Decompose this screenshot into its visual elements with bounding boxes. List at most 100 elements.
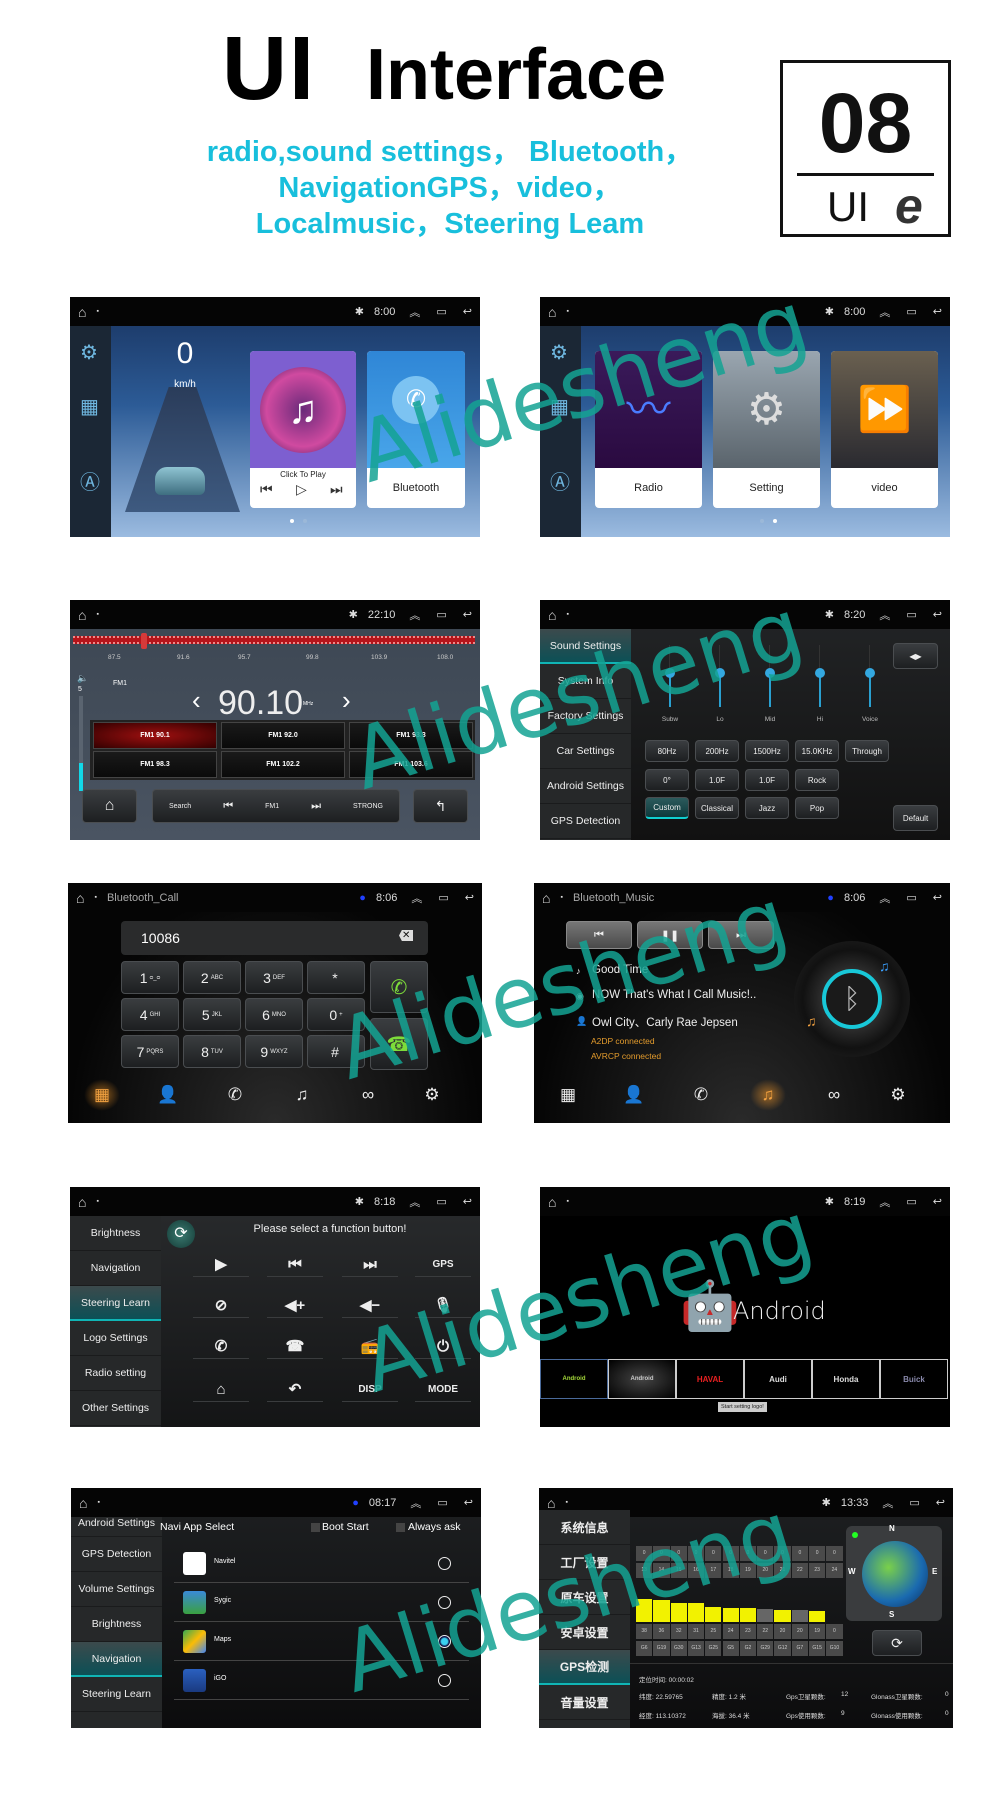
sidebar-item[interactable]: Logo Settings [70, 1321, 161, 1356]
sound-option-button[interactable]: Pop [795, 797, 839, 819]
eq-slider-knob[interactable] [665, 668, 675, 678]
page-indicator-dot[interactable] [290, 519, 294, 523]
home-icon[interactable]: ⌂ [548, 304, 556, 320]
sidebar-item[interactable]: Factory Settings [540, 699, 631, 734]
sound-option-button[interactable]: 1500Hz [745, 740, 789, 762]
home-icon[interactable]: ⌂ [542, 890, 550, 906]
search-button[interactable]: Search [169, 803, 191, 810]
recent-apps-icon[interactable]: ▭ [437, 1496, 447, 1509]
expand-icon[interactable]: ︽ [409, 1194, 420, 1210]
sidebar-item[interactable]: System Info [540, 664, 631, 699]
back-function-button[interactable]: ↶ [267, 1378, 323, 1402]
previous-station-icon[interactable]: ⏮ [223, 800, 233, 813]
navi-app-row[interactable]: Navitel [174, 1544, 469, 1583]
recent-apps-icon[interactable]: ▭ [438, 891, 448, 904]
app-card-video[interactable]: ⏩ video [831, 351, 938, 508]
hangup-button[interactable]: ☎ [370, 1018, 428, 1070]
sidebar-item[interactable]: 系统信息 [539, 1510, 630, 1545]
recent-apps-icon[interactable]: ▭ [436, 1195, 446, 1208]
call-log-icon[interactable]: ✆ [217, 1079, 253, 1111]
eq-slider-knob[interactable] [815, 668, 825, 678]
boot-start-checkbox[interactable] [311, 1523, 320, 1532]
expand-icon[interactable]: ︽ [410, 1495, 421, 1511]
contacts-icon[interactable]: 👤 [616, 1079, 652, 1111]
power-function-button[interactable]: ⏻ [415, 1335, 471, 1359]
apps-icon[interactable]: ▦ [80, 394, 99, 419]
seek-down-button[interactable]: ‹ [192, 685, 201, 716]
page-indicator-dot[interactable] [773, 519, 777, 523]
mode-function-button[interactable]: MODE [415, 1378, 471, 1402]
frequency-marker[interactable] [141, 633, 147, 649]
sidebar-item[interactable]: GPS检测 [539, 1650, 630, 1685]
speaker-balance-button[interactable]: ◀▶ [893, 643, 938, 669]
hangup-function-button[interactable]: ☎ [267, 1335, 323, 1359]
logo-option[interactable]: Android [608, 1359, 676, 1399]
sidebar-item[interactable]: Navigation [70, 1251, 161, 1286]
back-icon[interactable]: ↩ [933, 891, 942, 904]
app-radio[interactable] [438, 1596, 451, 1609]
home-function-button[interactable]: ⌂ [193, 1378, 249, 1402]
mute-function-button[interactable]: ⊘ [193, 1294, 249, 1318]
expand-icon[interactable]: ︽ [409, 607, 420, 623]
app-radio[interactable] [438, 1635, 451, 1648]
home-icon[interactable]: ⌂ [547, 1495, 555, 1511]
keypad-key[interactable]: 7 PQRS [121, 1035, 179, 1068]
home-icon[interactable]: ⌂ [78, 1194, 86, 1210]
back-icon[interactable]: ↩ [463, 305, 472, 318]
music-icon[interactable]: ♫ [750, 1079, 786, 1111]
back-icon[interactable]: ↩ [933, 305, 942, 318]
link-icon[interactable]: ∞ [350, 1079, 386, 1111]
recent-apps-icon[interactable]: ▭ [436, 305, 446, 318]
home-button[interactable]: ⌂ [82, 789, 137, 823]
home-icon[interactable]: ⌂ [79, 1495, 87, 1511]
frequency-scale[interactable] [73, 636, 475, 644]
sound-option-button[interactable]: Jazz [745, 797, 789, 819]
default-button[interactable]: Default [893, 805, 938, 831]
keypad-key[interactable]: 6 MNO [245, 998, 303, 1031]
sound-option-button[interactable]: Through [845, 740, 889, 762]
logo-option[interactable]: Honda [812, 1359, 880, 1399]
back-icon[interactable]: ↩ [464, 1496, 473, 1509]
back-button[interactable]: ↰ [413, 789, 468, 823]
logo-option[interactable]: Android [540, 1359, 608, 1399]
keypad-key[interactable]: # [307, 1035, 365, 1068]
keypad-key[interactable]: 1 ᴑ_ᴑ [121, 961, 179, 994]
navi-app-row[interactable]: Maps [174, 1622, 469, 1661]
sidebar-item[interactable]: GPS Detection [540, 804, 631, 839]
refresh-button[interactable]: ⟳ [872, 1630, 922, 1656]
call-log-icon[interactable]: ✆ [683, 1079, 719, 1111]
volume-bar[interactable] [79, 696, 83, 791]
keypad-key[interactable]: 2 ABC [183, 961, 241, 994]
sidebar-item[interactable]: Radio setting [70, 1356, 161, 1391]
home-icon[interactable]: ⌂ [76, 890, 84, 906]
sidebar-item[interactable]: 安卓设置 [539, 1615, 630, 1650]
sidebar-item[interactable]: Brightness [70, 1216, 161, 1251]
expand-icon[interactable]: ︽ [879, 607, 890, 623]
keypad-key[interactable]: 0 + [307, 998, 365, 1031]
previous-track-button[interactable]: ⏮ [566, 921, 632, 949]
dialpad-icon[interactable]: ▦ [84, 1079, 120, 1111]
recent-apps-icon[interactable]: ▭ [906, 1195, 916, 1208]
keypad-key[interactable]: 9 WXYZ [245, 1035, 303, 1068]
home-icon[interactable]: ⌂ [548, 607, 556, 623]
music-card[interactable]: ♫ Click To Play ⏮ ▷ ⏭ [250, 351, 356, 508]
bluetooth-card[interactable]: ✆ Bluetooth [367, 351, 465, 508]
preset-button[interactable]: FM1 103.6 [349, 751, 473, 778]
eq-slider-knob[interactable] [715, 668, 725, 678]
recent-apps-icon[interactable]: ▭ [909, 1496, 919, 1509]
sound-option-button[interactable]: 200Hz [695, 740, 739, 762]
keypad-key[interactable]: 5 JKL [183, 998, 241, 1031]
settings-icon[interactable]: ⚙ [80, 340, 98, 365]
navigation-icon[interactable]: Ⓐ [80, 466, 100, 495]
sidebar-item[interactable]: Other Settings [70, 1391, 161, 1426]
home-icon[interactable]: ⌂ [78, 304, 86, 320]
logo-option[interactable]: Buick [880, 1359, 948, 1399]
back-icon[interactable]: ↩ [463, 608, 472, 621]
keypad-key[interactable]: 3 DEF [245, 961, 303, 994]
home-icon[interactable]: ⌂ [78, 607, 86, 623]
expand-icon[interactable]: ︽ [879, 304, 890, 320]
preset-button[interactable]: FM1 102.2 [221, 751, 345, 778]
contacts-icon[interactable]: 👤 [150, 1079, 186, 1111]
next-function-button[interactable]: ⏭ [342, 1253, 398, 1277]
bluetooth-ring-icon[interactable]: ᛒ [822, 969, 882, 1029]
